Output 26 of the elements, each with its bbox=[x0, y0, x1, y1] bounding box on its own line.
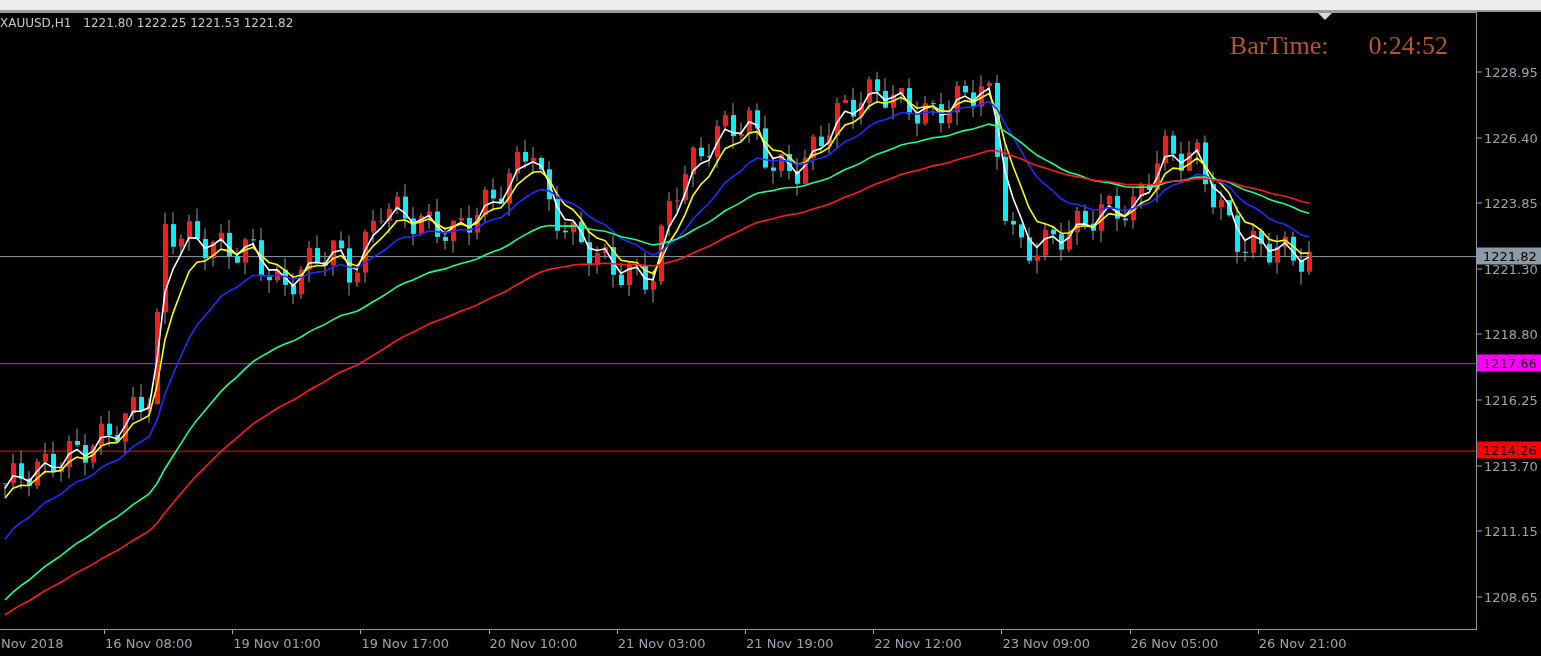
price-level-label: 1217.66 bbox=[1477, 354, 1541, 372]
time-axis-label: Nov 2018 bbox=[1, 636, 64, 651]
price-level-label: 1221.82 bbox=[1477, 247, 1541, 265]
time-axis-label: 26 Nov 05:00 bbox=[1130, 636, 1219, 651]
symbol-label: XAUUSD,H1 bbox=[0, 16, 72, 30]
price-level-label: 1214.26 bbox=[1477, 441, 1541, 459]
price-tick-label: 1213.70 bbox=[1484, 458, 1538, 474]
time-axis-label: 21 Nov 03:00 bbox=[617, 636, 706, 651]
price-tick-label: 1216.25 bbox=[1484, 392, 1538, 408]
price-tick-label: 1226.40 bbox=[1484, 130, 1538, 146]
price-tick-label: 1223.85 bbox=[1484, 195, 1538, 211]
time-axis-label: 19 Nov 17:00 bbox=[361, 636, 450, 651]
ohlc-quote: 1221.80 1222.25 1221.53 1221.82 bbox=[83, 16, 294, 30]
time-axis-label: 19 Nov 01:00 bbox=[233, 636, 321, 651]
time-axis-label: 26 Nov 21:00 bbox=[1258, 636, 1347, 651]
bar-time-value: 0:24:52 bbox=[1368, 31, 1448, 61]
price-tick-label: 1218.80 bbox=[1484, 326, 1538, 342]
time-axis-label: 20 Nov 10:00 bbox=[489, 636, 578, 651]
price-tick-label: 1228.95 bbox=[1484, 64, 1538, 80]
time-axis-label: 16 Nov 08:00 bbox=[105, 636, 193, 651]
time-axis-label: 22 Nov 12:00 bbox=[874, 636, 962, 651]
bar-time-label: BarTime: bbox=[1229, 31, 1329, 61]
time-axis-label: 21 Nov 19:00 bbox=[746, 636, 834, 651]
price-tick-label: 1208.65 bbox=[1484, 589, 1538, 605]
price-tick-label: 1211.15 bbox=[1484, 523, 1538, 539]
time-axis-label: 23 Nov 09:00 bbox=[1002, 636, 1091, 651]
